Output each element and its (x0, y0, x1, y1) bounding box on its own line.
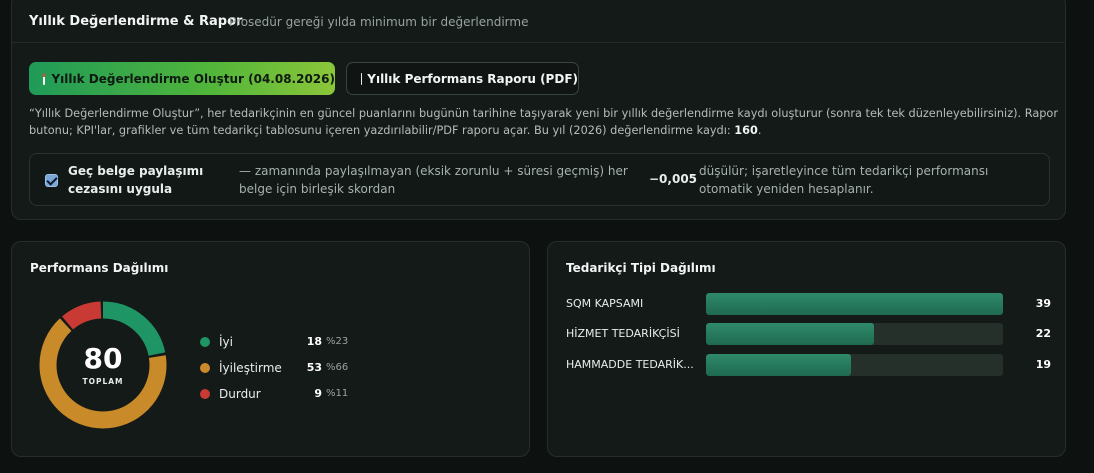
type-bar-fill (706, 354, 851, 376)
penalty-checkbox[interactable] (45, 174, 58, 187)
legend-item-improvement: İyileştirme 53 %66 (200, 360, 360, 376)
calendar-icon (43, 72, 46, 85)
supplier-type-row: HAMMADDE TEDARİK... 19 (566, 354, 1051, 376)
legend-dot-good (200, 337, 210, 347)
legend-dot-improvement (200, 363, 210, 373)
type-bar-track (706, 293, 1003, 315)
performance-distribution-panel: Performans Dağılımı 80 TOPLAM İyi 18 %23… (11, 241, 530, 457)
type-bar-fill (706, 293, 1003, 315)
penalty-value: −0,005 (649, 172, 698, 186)
supplier-type-panel: Tedarikçi Tipi Dağılımı SQM KAPSAMI 39 H… (547, 241, 1066, 457)
penalty-description: — zamanında paylaşılmayan (eksik zorunlu… (239, 164, 628, 196)
type-bar-track (706, 323, 1003, 345)
annual-evaluation-panel: Yıllık Değerlendirme & Rapor Prosedür ge… (11, 0, 1066, 220)
create-evaluation-button[interactable]: Yıllık Değerlendirme Oluştur (04.08.2026… (29, 62, 335, 95)
evaluation-count: 160 (734, 124, 758, 137)
legend-dot-stop (200, 389, 210, 399)
panel-subtitle: Prosedür gereği yılda minimum bir değerl… (229, 15, 529, 29)
performance-donut: 80 TOPLAM (38, 300, 168, 430)
donut-total-label: TOPLAM (82, 377, 124, 386)
legend-item-stop: Durdur 9 %11 (200, 386, 360, 402)
type-bar-track (706, 354, 1003, 376)
panel-header: Yıllık Değerlendirme & Rapor Prosedür ge… (12, 0, 1065, 43)
penalty-after-text: düşülür; işaretleyince tüm tedarikçi per… (699, 164, 989, 196)
performance-title: Performans Dağılımı (30, 261, 169, 275)
penalty-label[interactable]: Geç belge paylaşımı cezasını uygula (68, 162, 228, 198)
panel-title: Yıllık Değerlendirme & Rapor (29, 14, 243, 29)
supplier-type-row: SQM KAPSAMI 39 (566, 293, 1051, 315)
supplier-type-title: Tedarikçi Tipi Dağılımı (566, 261, 716, 275)
evaluation-description: “Yıllık Değerlendirme Oluştur”, her teda… (29, 107, 1058, 137)
donut-total: 80 (83, 342, 123, 375)
performance-report-button[interactable]: Yıllık Performans Raporu (PDF) (346, 62, 579, 95)
legend-item-good: İyi 18 %23 (200, 334, 360, 350)
create-evaluation-label: Yıllık Değerlendirme Oluştur (04.08.2026… (51, 71, 335, 86)
late-document-penalty-box: Geç belge paylaşımı cezasını uygula — za… (29, 153, 1050, 206)
supplier-type-row: HİZMET TEDARİKÇİSİ 22 (566, 323, 1051, 345)
performance-report-label: Yıllık Performans Raporu (PDF) (367, 71, 578, 86)
type-bar-fill (706, 323, 874, 345)
